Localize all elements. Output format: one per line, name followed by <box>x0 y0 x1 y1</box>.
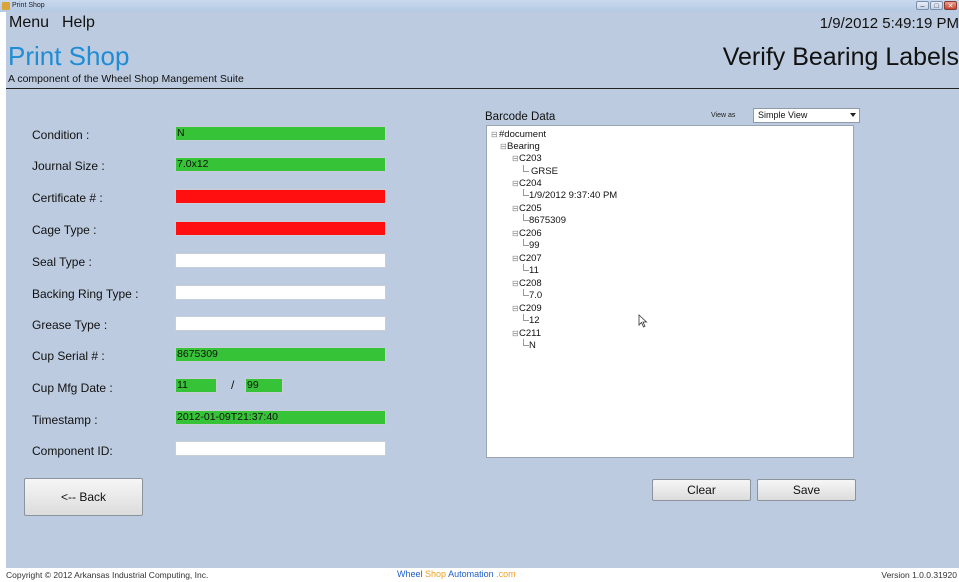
brand-part-wheel: Wheel <box>397 569 423 579</box>
tree-node-c204[interactable]: C204 <box>519 178 542 189</box>
collapse-icon[interactable]: ⊟ <box>512 278 519 289</box>
tree-node-c206-value[interactable]: 99 <box>529 240 540 251</box>
certificate-field[interactable] <box>175 189 386 204</box>
brand-link[interactable]: Wheel Shop Automation .com <box>397 569 516 579</box>
tree-node-c208[interactable]: C208 <box>519 278 542 289</box>
header-divider <box>6 88 959 89</box>
app-icon <box>2 2 10 10</box>
tree-node-c209[interactable]: C209 <box>519 303 542 314</box>
cup-serial-field[interactable]: 8675309 <box>175 347 386 362</box>
tree-node-c205[interactable]: C205 <box>519 203 542 214</box>
collapse-icon[interactable]: ⊟ <box>512 203 519 214</box>
date-separator: / <box>231 378 235 392</box>
minimize-button[interactable]: – <box>916 1 929 10</box>
timestamp-field[interactable]: 2012-01-09T21:37:40 <box>175 410 386 425</box>
cup-mfg-month-field[interactable]: 11 <box>175 378 217 393</box>
grease-type-label: Grease Type : <box>32 318 108 332</box>
version-text: Version 1.0.0.31920 <box>881 570 957 580</box>
collapse-icon[interactable]: ⊟ <box>512 178 519 189</box>
collapse-icon[interactable]: ⊟ <box>491 129 498 140</box>
seal-type-field[interactable] <box>175 253 386 268</box>
collapse-icon[interactable]: ⊟ <box>512 328 519 339</box>
condition-field[interactable]: N <box>175 126 386 141</box>
brand-part-automation: Automation <box>448 569 494 579</box>
component-id-field[interactable] <box>175 441 386 456</box>
cup-mfg-date-label: Cup Mfg Date : <box>32 381 113 395</box>
cage-type-label: Cage Type : <box>32 223 97 237</box>
brand-part-com: .com <box>496 569 516 579</box>
tree-node-c205-value[interactable]: 8675309 <box>529 215 566 226</box>
clear-button[interactable]: Clear <box>652 479 751 501</box>
view-as-value: Simple View <box>758 110 808 120</box>
tree-node-document[interactable]: #document <box>499 129 546 140</box>
collapse-icon[interactable]: ⊟ <box>500 141 507 152</box>
collapse-icon[interactable]: ⊟ <box>512 228 519 239</box>
datetime-display: 1/9/2012 5:49:19 PM <box>819 15 959 32</box>
journal-size-label: Journal Size : <box>32 159 105 173</box>
tree-node-c203[interactable]: C203 <box>519 153 542 164</box>
chevron-down-icon <box>850 113 856 117</box>
collapse-icon[interactable]: ⊟ <box>512 303 519 314</box>
barcode-data-label: Barcode Data <box>485 111 556 123</box>
menu-item-menu[interactable]: Menu <box>9 14 49 32</box>
tree-node-c204-value[interactable]: 1/9/2012 9:37:40 PM <box>529 190 617 201</box>
backing-ring-type-field[interactable] <box>175 285 386 300</box>
tree-connector <box>523 165 529 172</box>
page-title: Verify Bearing Labels <box>722 43 959 71</box>
tree-node-c206[interactable]: C206 <box>519 228 542 239</box>
tree-node-c203-value[interactable]: GRSE <box>531 166 558 177</box>
mouse-cursor-icon <box>638 314 648 328</box>
menu-bar: Menu Help 1/9/2012 5:49:19 PM <box>6 12 959 34</box>
collapse-icon[interactable]: ⊟ <box>512 253 519 264</box>
view-as-label: View as <box>711 112 736 119</box>
cage-type-field[interactable] <box>175 221 386 236</box>
tree-node-c211-value[interactable]: N <box>529 340 536 351</box>
component-id-label: Component ID: <box>32 444 113 458</box>
collapse-icon[interactable]: ⊟ <box>512 153 519 164</box>
main-window: Menu Help 1/9/2012 5:49:19 PM Print Shop… <box>6 12 959 568</box>
tree-node-c208-value[interactable]: 7.0 <box>529 290 542 301</box>
journal-size-field[interactable]: 7.0x12 <box>175 157 386 172</box>
grease-type-field[interactable] <box>175 316 386 331</box>
app-subtitle: A component of the Wheel Shop Mangement … <box>8 73 244 85</box>
save-button[interactable]: Save <box>757 479 856 501</box>
cup-mfg-year-field[interactable]: 99 <box>245 378 283 393</box>
app-title: Print Shop <box>8 41 130 71</box>
maximize-button[interactable]: □ <box>930 1 943 10</box>
tree-node-c207-value[interactable]: 11 <box>529 265 539 276</box>
tree-node-bearing[interactable]: Bearing <box>507 141 540 152</box>
condition-label: Condition : <box>32 128 90 142</box>
footer: Copyright © 2012 Arkansas Industrial Com… <box>0 568 959 582</box>
back-button[interactable]: <-- Back <box>24 478 143 516</box>
brand-part-shop: Shop <box>425 569 447 579</box>
view-as-select[interactable]: Simple View <box>753 108 860 123</box>
certificate-label: Certificate # : <box>32 191 103 205</box>
timestamp-label: Timestamp : <box>32 413 98 427</box>
copyright-text: Copyright © 2012 Arkansas Industrial Com… <box>6 570 209 580</box>
tree-node-c209-value[interactable]: 12 <box>529 315 540 326</box>
window-titlebar: Print Shop – □ ✕ <box>0 0 959 12</box>
barcode-tree[interactable]: ⊟ #document ⊟ Bearing ⊟ C203 GRSE ⊟ C204… <box>486 125 854 458</box>
tree-node-c207[interactable]: C207 <box>519 253 542 264</box>
window-title: Print Shop <box>12 2 45 9</box>
close-button[interactable]: ✕ <box>944 1 957 10</box>
tree-node-c211[interactable]: C211 <box>519 328 541 339</box>
cup-serial-label: Cup Serial # : <box>32 349 105 363</box>
menu-item-help[interactable]: Help <box>62 14 95 32</box>
backing-ring-type-label: Backing Ring Type : <box>32 287 139 301</box>
seal-type-label: Seal Type : <box>32 255 92 269</box>
